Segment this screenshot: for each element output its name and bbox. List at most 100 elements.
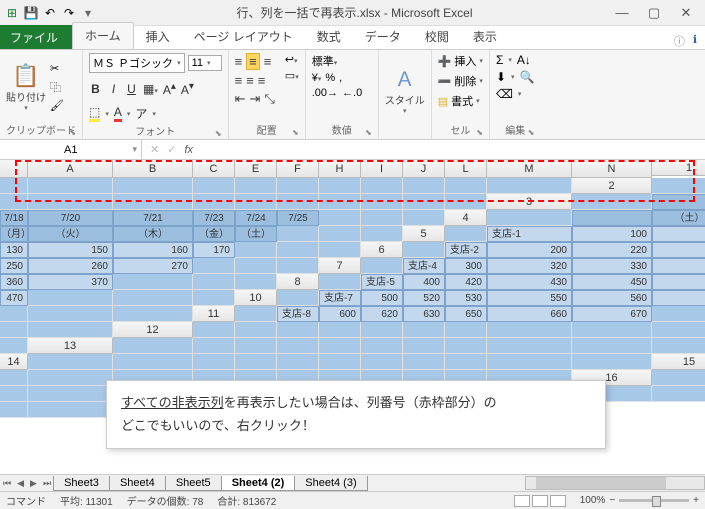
- fill-icon[interactable]: ⬇: [496, 70, 506, 84]
- row-header[interactable]: 6: [361, 242, 403, 258]
- cell[interactable]: 500: [361, 290, 403, 306]
- cell[interactable]: [28, 370, 113, 386]
- cell[interactable]: [28, 386, 113, 402]
- cell[interactable]: 470: [0, 290, 28, 306]
- cell[interactable]: 460: [652, 274, 705, 290]
- cell[interactable]: [0, 322, 28, 338]
- fx-icon[interactable]: fx: [184, 144, 193, 156]
- cell[interactable]: [235, 194, 277, 210]
- tab-nav-first-icon[interactable]: ⏮: [0, 478, 14, 489]
- cell[interactable]: （木）: [113, 226, 193, 242]
- tab-data[interactable]: データ: [353, 24, 413, 49]
- cell[interactable]: 7/20: [28, 210, 113, 226]
- zoom-in-icon[interactable]: +: [693, 495, 699, 506]
- row-header[interactable]: 10: [235, 290, 277, 306]
- cell[interactable]: [235, 242, 277, 258]
- cell[interactable]: [572, 194, 652, 210]
- cell[interactable]: [235, 306, 277, 322]
- tab-file[interactable]: ファイル: [0, 25, 72, 49]
- cell[interactable]: [235, 178, 277, 194]
- column-header[interactable]: L: [445, 160, 487, 178]
- row-header[interactable]: 7: [319, 258, 361, 274]
- cut-icon[interactable]: ✂: [50, 62, 64, 75]
- sheet-tab[interactable]: Sheet4 (2): [221, 476, 296, 491]
- cell[interactable]: 330: [572, 258, 652, 274]
- zoom-control[interactable]: 100% − +: [580, 495, 699, 506]
- cell[interactable]: 430: [487, 274, 572, 290]
- sheet-tab[interactable]: Sheet4: [109, 476, 166, 491]
- column-header[interactable]: E: [235, 160, 277, 178]
- ribbon-minimize-icon[interactable]: ⓘ: [674, 33, 685, 49]
- sheet-tab[interactable]: Sheet4 (3): [294, 476, 367, 491]
- cell[interactable]: 160: [113, 242, 193, 258]
- cell[interactable]: [277, 258, 319, 274]
- cell[interactable]: [113, 194, 193, 210]
- cell[interactable]: 320: [487, 258, 572, 274]
- cell[interactable]: 支店-5: [361, 274, 403, 290]
- name-box[interactable]: A1▾: [58, 140, 142, 159]
- cell[interactable]: [361, 194, 403, 210]
- cell[interactable]: 200: [487, 242, 572, 258]
- grow-font-icon[interactable]: A▴: [163, 81, 176, 97]
- cell[interactable]: [487, 210, 572, 226]
- cell[interactable]: 7/21: [113, 210, 193, 226]
- help-icon[interactable]: ℹ: [693, 33, 697, 49]
- cancel-formula-icon[interactable]: ✕: [150, 143, 159, 156]
- cell[interactable]: [28, 178, 113, 194]
- orientation-icon[interactable]: ⤡: [264, 91, 274, 107]
- tab-nav-last-icon[interactable]: ⏭: [40, 478, 54, 489]
- cell[interactable]: [193, 258, 235, 274]
- cell[interactable]: 560: [572, 290, 652, 306]
- column-header[interactable]: F: [277, 160, 319, 178]
- cell[interactable]: [361, 210, 403, 226]
- cell[interactable]: 260: [28, 258, 113, 274]
- cell[interactable]: [319, 194, 361, 210]
- cell[interactable]: [113, 338, 193, 354]
- cell[interactable]: [113, 306, 193, 322]
- select-all-corner[interactable]: [0, 160, 28, 178]
- cell[interactable]: [28, 194, 113, 210]
- cell[interactable]: 150: [28, 242, 113, 258]
- zoom-slider[interactable]: [619, 499, 689, 502]
- cell[interactable]: 530: [445, 290, 487, 306]
- cell[interactable]: 170: [193, 242, 235, 258]
- sheet-tab[interactable]: Sheet5: [165, 476, 222, 491]
- cell[interactable]: 600: [319, 306, 361, 322]
- cell[interactable]: [113, 178, 193, 194]
- column-header[interactable]: B: [113, 160, 193, 178]
- cell[interactable]: [572, 338, 652, 354]
- cell[interactable]: 570: [652, 290, 705, 306]
- row-header[interactable]: 3: [487, 194, 572, 210]
- row-header[interactable]: 8: [277, 274, 319, 290]
- column-header[interactable]: N: [572, 160, 652, 178]
- cell[interactable]: [193, 338, 235, 354]
- cell[interactable]: [319, 226, 361, 242]
- cell[interactable]: [652, 194, 705, 210]
- cell[interactable]: [445, 226, 487, 242]
- cell[interactable]: [0, 402, 28, 418]
- cell[interactable]: 630: [403, 306, 445, 322]
- cell[interactable]: [277, 338, 319, 354]
- cell[interactable]: 100: [572, 226, 652, 242]
- cell[interactable]: 支店-1: [487, 226, 572, 242]
- cell[interactable]: [487, 354, 572, 370]
- merge-button[interactable]: ▭▾: [285, 69, 299, 82]
- cell[interactable]: 7/23: [193, 210, 235, 226]
- cell[interactable]: [319, 178, 361, 194]
- cell[interactable]: [193, 194, 235, 210]
- cell[interactable]: [28, 290, 113, 306]
- tab-nav-prev-icon[interactable]: ◀: [14, 478, 27, 489]
- cell[interactable]: 220: [572, 242, 652, 258]
- cell[interactable]: 670: [572, 306, 652, 322]
- cell[interactable]: 250: [0, 258, 28, 274]
- cell[interactable]: 120: [652, 226, 705, 242]
- cell[interactable]: [361, 322, 403, 338]
- column-header[interactable]: H: [319, 160, 361, 178]
- cell[interactable]: [572, 210, 652, 226]
- cell[interactable]: （火）: [28, 226, 113, 242]
- cell[interactable]: [319, 354, 361, 370]
- cell[interactable]: [235, 258, 277, 274]
- increase-indent-icon[interactable]: ⇥: [249, 91, 260, 107]
- cell[interactable]: [0, 386, 28, 402]
- border-button[interactable]: ▦▾: [143, 82, 158, 96]
